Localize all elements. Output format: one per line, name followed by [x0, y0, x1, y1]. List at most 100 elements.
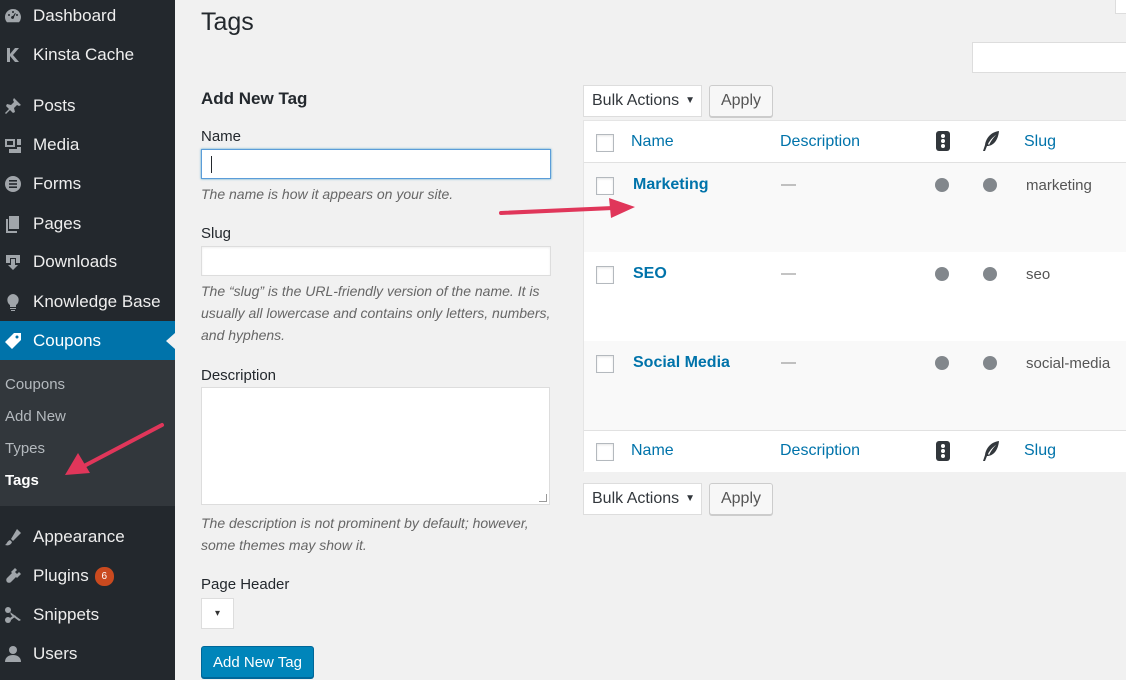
menu-label: Posts: [33, 96, 76, 115]
menu-coupons[interactable]: Coupons: [0, 321, 175, 361]
download-icon: [3, 252, 23, 272]
bulk-actions-label: Bulk Actions: [592, 490, 680, 507]
slug-help-text: The “slug” is the URL-friendly version o…: [201, 283, 551, 343]
table-footer: Name Description Slug: [584, 430, 1126, 472]
menu-snippets[interactable]: Snippets: [0, 595, 175, 635]
menu-users[interactable]: Users: [0, 634, 175, 674]
name-label: Name: [201, 128, 242, 145]
description-label: Description: [201, 367, 277, 384]
annotation-arrow-icon: [499, 198, 635, 218]
table-header: Name Description Slug: [584, 121, 1126, 163]
pin-icon: [3, 96, 23, 116]
lightbulb-icon: [3, 292, 23, 312]
screen-options-tab[interactable]: [1115, 0, 1126, 14]
menu-downloads[interactable]: Downloads: [0, 242, 175, 282]
apply-button-bottom[interactable]: Apply: [709, 483, 773, 515]
status-dot-icon: [935, 356, 949, 370]
row-checkbox[interactable]: [596, 266, 614, 284]
menu-label: Appearance: [33, 527, 125, 546]
column-description-header[interactable]: Description: [780, 133, 860, 151]
tags-table: Name Description Slug Marketing — market…: [583, 120, 1126, 472]
media-icon: [3, 135, 23, 155]
text-caret: [211, 156, 212, 173]
column-name-footer[interactable]: Name: [631, 442, 674, 460]
status-dot-icon: [983, 356, 997, 370]
column-slug-footer[interactable]: Slug: [1024, 442, 1056, 460]
column-name-header[interactable]: Name: [631, 133, 674, 151]
traffic-light-icon: [933, 440, 953, 462]
submenu-add-new[interactable]: Add New: [5, 408, 66, 425]
submenu-tags[interactable]: Tags: [5, 472, 39, 489]
form-heading: Add New Tag: [201, 89, 308, 108]
tag-name-link[interactable]: SEO: [633, 265, 667, 283]
tag-slug: social-media: [1026, 355, 1111, 372]
forms-icon: [3, 174, 23, 194]
column-slug-header[interactable]: Slug: [1024, 133, 1056, 151]
status-dot-icon: [983, 178, 997, 192]
tag-description: —: [781, 176, 796, 193]
menu-forms[interactable]: Forms: [0, 164, 175, 204]
tag-icon: [3, 331, 23, 351]
menu-label: Dashboard: [33, 6, 117, 25]
menu-label: Users: [33, 644, 78, 663]
chevron-down-icon: ▼: [685, 95, 695, 106]
menu-label: Coupons: [33, 331, 102, 350]
menu-media[interactable]: Media: [0, 125, 175, 165]
submenu-coupons[interactable]: Coupons: [5, 376, 65, 393]
bulk-actions-select-top[interactable]: Bulk Actions ▼: [583, 85, 702, 117]
menu-kinsta-cache[interactable]: Kinsta Cache: [0, 35, 175, 75]
brush-icon: [3, 527, 23, 547]
search-tags-input[interactable]: [972, 42, 1126, 73]
select-all-checkbox-footer[interactable]: [596, 443, 614, 461]
kinsta-k-icon: [3, 45, 23, 65]
menu-pages[interactable]: Pages: [0, 204, 175, 244]
bulk-actions-select-bottom[interactable]: Bulk Actions ▼: [583, 483, 702, 515]
traffic-light-icon: [933, 130, 953, 152]
table-row: Social Media — social-media: [584, 341, 1126, 430]
table-row: SEO — seo: [584, 252, 1126, 341]
tag-description: —: [781, 265, 796, 282]
description-help-text: The description is not prominent by defa…: [201, 515, 529, 553]
scissors-icon: [3, 605, 23, 625]
select-all-checkbox[interactable]: [596, 134, 614, 152]
menu-label: Snippets: [33, 605, 100, 624]
slug-label: Slug: [201, 225, 232, 242]
menu-dashboard[interactable]: Dashboard: [0, 0, 175, 36]
bulk-actions-label: Bulk Actions: [592, 92, 680, 109]
tag-slug-input[interactable]: [201, 246, 551, 276]
tag-name-link[interactable]: Social Media: [633, 354, 730, 372]
menu-plugins[interactable]: Plugins 6: [0, 556, 175, 596]
page-header-select[interactable]: ▾: [201, 598, 234, 629]
menu-label: Forms: [33, 174, 82, 193]
menu-knowledge-base[interactable]: Knowledge Base: [0, 282, 175, 322]
menu-label: Media: [33, 135, 80, 154]
menu-appearance[interactable]: Appearance: [0, 517, 175, 557]
pages-icon: [3, 214, 23, 234]
tag-slug: seo: [1026, 266, 1051, 283]
menu-label: Kinsta Cache: [33, 45, 135, 64]
column-description-footer[interactable]: Description: [780, 442, 860, 460]
resize-handle-icon[interactable]: [539, 494, 547, 502]
tag-name-input[interactable]: [201, 149, 551, 179]
chevron-down-icon: ▼: [685, 493, 695, 504]
menu-label: Pages: [33, 214, 82, 233]
add-new-tag-button[interactable]: Add New Tag: [201, 646, 314, 678]
admin-sidebar: Dashboard Kinsta Cache Posts Media Forms…: [0, 0, 175, 680]
page-title: Tags: [201, 8, 254, 36]
status-dot-icon: [935, 178, 949, 192]
feather-icon: [981, 440, 1001, 462]
update-count-badge: 6: [94, 566, 114, 586]
tag-description-textarea[interactable]: [201, 387, 550, 505]
row-checkbox[interactable]: [596, 355, 614, 373]
menu-label: Knowledge Base: [33, 292, 161, 311]
dashboard-icon: [3, 6, 23, 26]
menu-label: Plugins: [33, 566, 89, 585]
page-header-label: Page Header: [201, 576, 290, 593]
status-dot-icon: [935, 267, 949, 281]
submenu-types[interactable]: Types: [5, 440, 45, 457]
row-checkbox[interactable]: [596, 177, 614, 195]
tag-description: —: [781, 354, 796, 371]
tag-name-link[interactable]: Marketing: [633, 176, 709, 194]
menu-posts[interactable]: Posts: [0, 86, 175, 126]
apply-button-top[interactable]: Apply: [709, 85, 773, 117]
